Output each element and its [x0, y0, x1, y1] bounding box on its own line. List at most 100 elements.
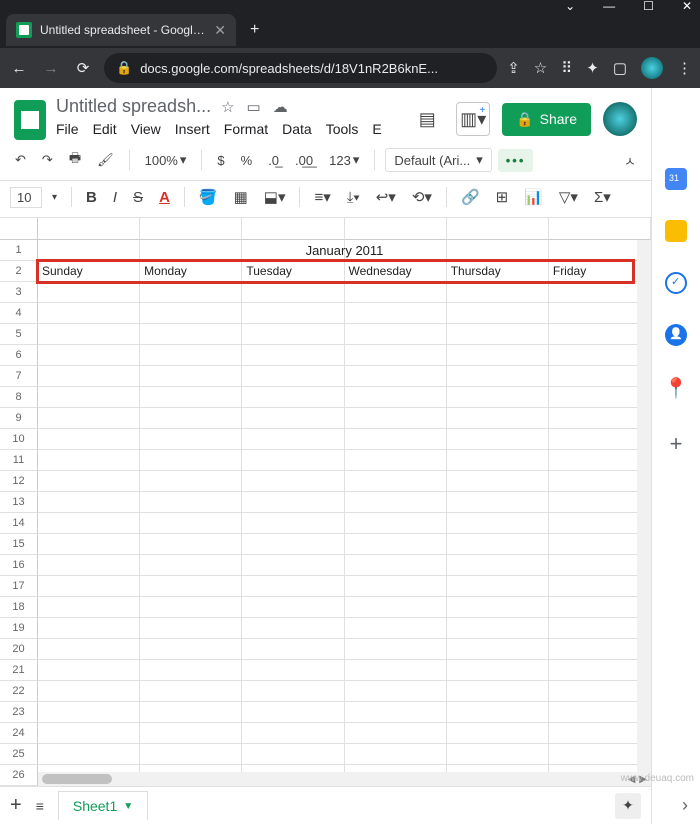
menu-view[interactable]: View [131, 121, 161, 137]
cell[interactable] [549, 408, 651, 429]
cell[interactable] [549, 429, 651, 450]
valign-button[interactable]: ⤓▾ [341, 186, 366, 209]
column-header[interactable] [38, 218, 140, 240]
address-bar[interactable]: 🔒 docs.google.com/spreadsheets/d/18V1nR2… [104, 53, 497, 83]
cell[interactable] [140, 576, 242, 597]
cell[interactable] [140, 471, 242, 492]
menu-insert[interactable]: Insert [175, 121, 210, 137]
row-header[interactable]: 1 [0, 240, 38, 261]
menu-data[interactable]: Data [282, 121, 312, 137]
cell[interactable] [242, 513, 344, 534]
vertical-scrollbar[interactable] [637, 240, 651, 772]
cell[interactable] [242, 576, 344, 597]
toolbar-more-button[interactable]: ••• [498, 149, 534, 172]
reload-icon[interactable]: ⟳ [72, 59, 94, 77]
horizontal-scrollbar[interactable]: ◀▶ [38, 772, 651, 786]
decrease-decimal-button[interactable]: .0̲ [263, 150, 284, 171]
cell[interactable] [447, 282, 549, 303]
cell[interactable] [242, 387, 344, 408]
spreadsheet-grid[interactable]: 1234567891011121314151617181920212223242… [0, 218, 651, 786]
column-header[interactable] [140, 218, 242, 240]
cell[interactable]: Wednesday [345, 261, 447, 282]
row-header[interactable]: 19 [0, 618, 38, 639]
row-header[interactable]: 10 [0, 429, 38, 450]
cell[interactable] [38, 660, 140, 681]
cell[interactable] [38, 555, 140, 576]
cell[interactable] [447, 324, 549, 345]
cell[interactable] [38, 576, 140, 597]
share-button[interactable]: 🔒 Share [502, 103, 591, 136]
cell[interactable] [38, 471, 140, 492]
row-header[interactable]: 14 [0, 513, 38, 534]
strikethrough-button[interactable]: S [127, 186, 149, 209]
row-header[interactable]: 13 [0, 492, 38, 513]
cell[interactable] [242, 702, 344, 723]
cell[interactable] [447, 576, 549, 597]
cell[interactable] [242, 492, 344, 513]
close-window-icon[interactable]: ✕ [682, 0, 692, 13]
cell[interactable] [242, 408, 344, 429]
column-header[interactable] [549, 218, 651, 240]
row-header[interactable]: 20 [0, 639, 38, 660]
cell[interactable] [345, 639, 447, 660]
cell[interactable] [447, 366, 549, 387]
cell[interactable] [447, 723, 549, 744]
cell[interactable] [140, 597, 242, 618]
cell[interactable] [345, 744, 447, 765]
extensions-icon[interactable]: ✦ [586, 59, 599, 77]
keep-icon[interactable] [665, 220, 687, 242]
cell[interactable] [38, 450, 140, 471]
merge-button[interactable]: ⬓▾ [258, 185, 292, 209]
cell[interactable] [549, 345, 651, 366]
cell[interactable] [242, 471, 344, 492]
menu-file[interactable]: File [56, 121, 79, 137]
cell[interactable] [345, 408, 447, 429]
cell[interactable] [345, 576, 447, 597]
collapse-toolbar-icon[interactable]: ㅅ [619, 148, 641, 173]
cell[interactable] [447, 702, 549, 723]
chevron-down-icon[interactable]: ⌄ [565, 0, 575, 13]
text-color-button[interactable]: A [153, 186, 176, 209]
row-header[interactable]: 12 [0, 471, 38, 492]
addons-plus-icon[interactable]: + [670, 431, 683, 457]
column-header[interactable] [447, 218, 549, 240]
cell[interactable] [140, 618, 242, 639]
move-icon[interactable]: ▭ [247, 98, 261, 116]
add-sheet-button[interactable]: + [10, 794, 22, 817]
cell[interactable] [140, 366, 242, 387]
present-button[interactable]: ▥+▾ [456, 102, 490, 136]
cell[interactable] [345, 660, 447, 681]
forward-icon[interactable]: → [40, 60, 62, 77]
cell[interactable] [345, 618, 447, 639]
cell[interactable] [447, 492, 549, 513]
contacts-icon[interactable] [665, 324, 687, 346]
cell[interactable] [38, 345, 140, 366]
cell[interactable]: Monday [140, 261, 242, 282]
cell[interactable] [140, 681, 242, 702]
row-header[interactable]: 2 [0, 261, 38, 282]
cell[interactable] [140, 513, 242, 534]
row-header[interactable]: 4 [0, 303, 38, 324]
cell[interactable] [345, 513, 447, 534]
row-header[interactable]: 5 [0, 324, 38, 345]
cell[interactable] [549, 450, 651, 471]
font-size-input[interactable]: 10 [10, 187, 42, 208]
cell[interactable] [38, 597, 140, 618]
row-header[interactable]: 3 [0, 282, 38, 303]
borders-button[interactable]: ▦ [228, 185, 254, 209]
redo-icon[interactable]: ↷ [37, 149, 58, 171]
cell[interactable] [549, 618, 651, 639]
cell[interactable] [242, 366, 344, 387]
cell[interactable] [345, 282, 447, 303]
row-header[interactable]: 11 [0, 450, 38, 471]
cell[interactable] [140, 534, 242, 555]
row-header[interactable]: 17 [0, 576, 38, 597]
menu-edit[interactable]: Edit [93, 121, 117, 137]
cell[interactable] [140, 408, 242, 429]
cell[interactable] [38, 492, 140, 513]
cell[interactable] [38, 408, 140, 429]
cell[interactable] [549, 303, 651, 324]
cell[interactable]: Friday [549, 261, 651, 282]
all-sheets-button[interactable]: ≡ [36, 798, 44, 814]
row-header[interactable]: 16 [0, 555, 38, 576]
